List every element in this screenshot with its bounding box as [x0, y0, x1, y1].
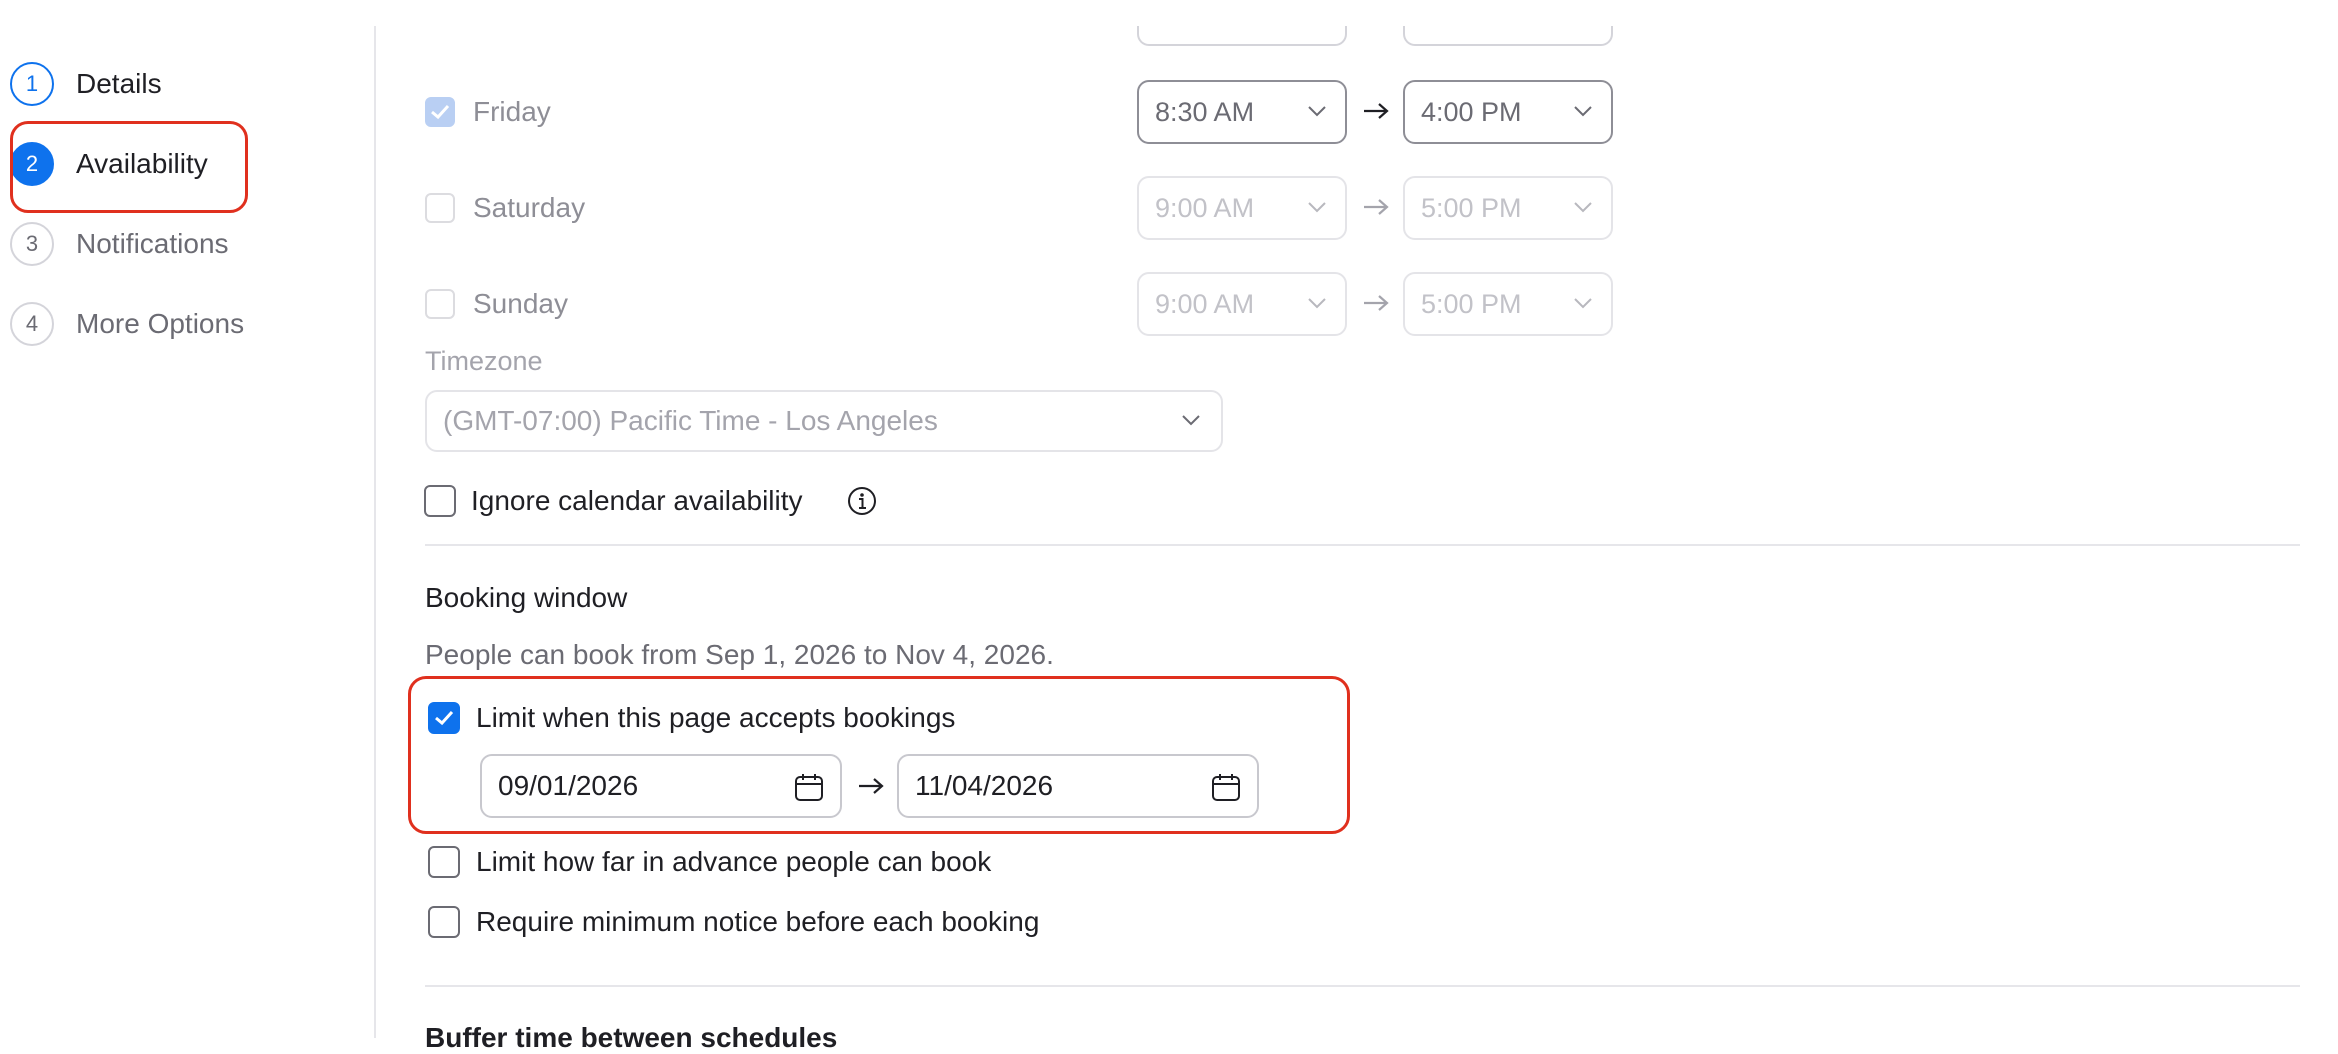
day-label-sunday: Sunday [473, 288, 568, 319]
chevron-down-icon [1308, 298, 1326, 309]
friday-checkbox[interactable] [425, 97, 455, 127]
saturday-start-select[interactable]: 9:00 AM [1137, 176, 1347, 240]
highlight-availability [10, 121, 248, 213]
sunday-end-select[interactable]: 5:00 PM [1403, 272, 1613, 336]
timezone-select[interactable]: (GMT-07:00) Pacific Time - Los Angeles [425, 390, 1223, 452]
min-notice-label: Require minimum notice before each booki… [476, 906, 1040, 937]
select-value: 5:00 PM [1421, 288, 1522, 319]
check-icon [431, 104, 450, 120]
saturday-end-select[interactable]: 5:00 PM [1403, 176, 1613, 240]
arrow-right-icon [1364, 103, 1389, 119]
limit-advance-checkbox[interactable] [428, 846, 460, 878]
step-label: Notifications [76, 228, 229, 259]
day-label-friday: Friday [473, 96, 551, 127]
min-notice-checkbox[interactable] [428, 906, 460, 938]
select-value: 8:30 AM [1155, 96, 1255, 127]
chevron-down-icon [1182, 415, 1200, 426]
step-notifications[interactable]: 3 Notifications [10, 217, 229, 271]
day-label-saturday: Saturday [473, 192, 586, 223]
info-icon[interactable] [847, 486, 877, 516]
chevron-down-icon [1308, 106, 1326, 117]
timezone-label: Timezone [425, 346, 543, 376]
booking-window-description: People can book from Sep 1, 2026 to Nov … [425, 639, 1054, 670]
limit-advance-label: Limit how far in advance people can book [476, 846, 992, 877]
arrow-right-icon [1364, 295, 1389, 311]
select-value: 5:00 PM [1421, 192, 1522, 223]
ignore-calendar-label: Ignore calendar availability [471, 485, 803, 516]
ignore-calendar-checkbox[interactable] [424, 485, 456, 517]
timezone-value: (GMT-07:00) Pacific Time - Los Angeles [443, 405, 938, 436]
select-value: 9:00 AM [1155, 288, 1255, 319]
step-label: Details [76, 68, 162, 99]
time-select-partial [1403, 26, 1613, 46]
chevron-down-icon [1574, 106, 1592, 117]
step-number: 1 [10, 62, 54, 106]
select-value: 4:00 PM [1421, 96, 1522, 127]
step-number: 4 [10, 302, 54, 346]
divider [425, 985, 2300, 987]
highlight-limit-accepts [408, 676, 1350, 834]
step-more-options[interactable]: 4 More Options [10, 297, 244, 351]
time-select-partial [1137, 26, 1347, 46]
buffer-time-title: Buffer time between schedules [425, 1022, 838, 1053]
divider [425, 544, 2300, 546]
chevron-down-icon [1574, 298, 1592, 309]
sunday-checkbox[interactable] [425, 289, 455, 319]
step-number: 3 [10, 222, 54, 266]
chevron-down-icon [1308, 202, 1326, 213]
saturday-checkbox[interactable] [425, 193, 455, 223]
friday-start-select[interactable]: 8:30 AM [1137, 80, 1347, 144]
step-label: More Options [76, 308, 245, 339]
step-details[interactable]: 1 Details [10, 57, 162, 111]
chevron-down-icon [1574, 202, 1592, 213]
sunday-start-select[interactable]: 9:00 AM [1137, 272, 1347, 336]
sidebar-divider [374, 26, 376, 1038]
booking-window-title: Booking window [425, 582, 628, 613]
select-value: 9:00 AM [1155, 192, 1255, 223]
arrow-right-icon [1364, 199, 1389, 215]
friday-end-select[interactable]: 4:00 PM [1403, 80, 1613, 144]
